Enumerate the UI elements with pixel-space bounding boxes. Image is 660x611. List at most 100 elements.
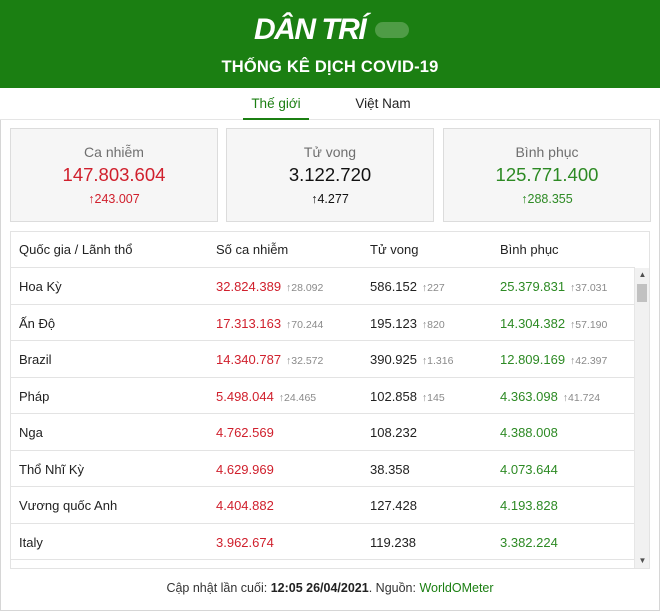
recovered-cell-delta-value: 42.397 — [575, 355, 608, 367]
deaths-card: Tử vong 3.122.720 ↑4.277 — [226, 128, 434, 222]
recovered-delta-value: 288.355 — [527, 192, 573, 206]
arrow-up-icon: ↑ — [419, 355, 428, 367]
triangle-down-icon[interactable]: ▼ — [635, 554, 649, 568]
recovered-cell-delta: ↑57.190 — [567, 319, 607, 331]
cases-delta: ↑243.007 — [11, 192, 217, 206]
header-deaths[interactable]: Tử vong — [370, 242, 418, 257]
cases-cell-value: 4.404.882 — [216, 498, 274, 513]
cases-card: Ca nhiễm 147.803.604 ↑243.007 — [10, 128, 218, 222]
cases-cell-delta: ↑28.092 — [283, 282, 323, 294]
summary-cards: Ca nhiễm 147.803.604 ↑243.007 Tử vong 3.… — [0, 128, 660, 224]
tab-world[interactable]: Thế giới — [243, 96, 309, 120]
cases-cell: 4.629.969 — [216, 462, 274, 477]
deaths-cell-value: 195.123 — [370, 315, 417, 331]
recovered-cell-value: 14.304.382 — [500, 315, 566, 331]
deaths-cell-delta-value: 820 — [427, 318, 445, 331]
cases-cell-value: 14.340.787 — [216, 352, 282, 367]
deaths-cell-value: 102.858 — [370, 388, 417, 404]
footer: Cập nhật lần cuối: 12:05 26/04/2021. Ngu… — [0, 581, 660, 595]
deaths-cell-value: 38.358 — [370, 461, 410, 477]
cases-cell: 5.498.044 ↑24.465 — [216, 389, 316, 404]
country-cell-value: Brazil — [19, 352, 52, 367]
recovered-cell-delta-value: 57.190 — [575, 318, 608, 331]
scrollbar-thumb[interactable] — [637, 284, 647, 302]
cases-cell-value: 17.313.163 — [216, 315, 282, 331]
logo-badge — [375, 22, 410, 38]
deaths-cell-delta: ↑145 — [419, 392, 445, 404]
deaths-cell-value: 586.152 — [370, 279, 417, 294]
recovered-cell-value: 12.809.169 — [500, 352, 566, 367]
country-table: Quốc gia / Lãnh thổ Số ca nhiễm Tử vong … — [10, 231, 650, 569]
table-row[interactable]: Vương quốc Anh 4.404.882 127.428 4.193.828 — [11, 487, 635, 524]
table-row[interactable]: Pháp 5.498.044 ↑24.465 102.858 ↑145 4.363.0… — [11, 378, 635, 414]
header-cases[interactable]: Số ca nhiễm — [216, 242, 288, 257]
deaths-value: 3.122.720 — [288, 164, 372, 185]
source-link[interactable]: WorldOMeter — [419, 581, 493, 595]
cases-cell: 17.313.163 ↑70.244 — [216, 316, 323, 331]
recovered-cell-value: 4.193.828 — [500, 498, 558, 513]
arrow-up-icon: ↑ — [559, 391, 569, 404]
country-cell-value: Pháp — [19, 388, 50, 404]
update-time: 12:05 26/04/2021 — [270, 581, 369, 595]
table-header: Quốc gia / Lãnh thổ Số ca nhiễm Tử vong … — [11, 232, 635, 268]
dantri-logo[interactable]: DÂN TRÍ — [254, 13, 410, 46]
table-body[interactable]: Hoa Kỳ 32.824.389 ↑28.092 586.152 ↑227 25.3… — [11, 268, 635, 560]
country-cell: Brazil — [19, 352, 52, 367]
arrow-up-icon: ↑ — [419, 391, 428, 404]
arrow-up-icon: ↑ — [275, 391, 285, 404]
deaths-cell: 102.858 ↑145 — [370, 389, 445, 404]
cases-cell-delta-value: 70.244 — [291, 318, 324, 331]
table-row[interactable]: Nga 4.762.569 108.232 4.388.008 — [11, 414, 635, 451]
logo-text: DÂN TRÍ — [254, 13, 367, 46]
deaths-delta: ↑4.277 — [227, 192, 433, 206]
table-row[interactable]: Hoa Kỳ 32.824.389 ↑28.092 586.152 ↑227 25.3… — [11, 268, 635, 305]
recovered-cell-value: 4.388.008 — [500, 425, 558, 440]
cases-cell-value: 4.762.569 — [216, 425, 274, 440]
cases-cell-delta-value: 32.572 — [291, 355, 324, 367]
header-recovered[interactable]: Bình phục — [500, 242, 559, 257]
deaths-cell-value: 108.232 — [370, 425, 417, 440]
recovered-cell: 12.809.169 ↑42.397 — [500, 352, 607, 367]
deaths-cell: 127.428 — [370, 498, 417, 513]
recovered-cell-value: 4.363.098 — [500, 388, 558, 404]
cases-cell: 14.340.787 ↑32.572 — [216, 352, 323, 367]
cases-cell: 4.762.569 — [216, 425, 274, 440]
deaths-cell-value: 390.925 — [370, 352, 417, 367]
recovered-cell-value: 25.379.831 — [500, 279, 566, 294]
table-row[interactable]: Brazil 14.340.787 ↑32.572 390.925 ↑1.316 12… — [11, 341, 635, 378]
cases-cell: 3.962.674 — [216, 535, 274, 550]
recovered-cell-delta-value: 41.724 — [568, 391, 601, 404]
triangle-up-icon[interactable]: ▲ — [635, 268, 649, 282]
deaths-cell-value: 119.238 — [370, 534, 417, 550]
deaths-cell: 390.925 ↑1.316 — [370, 352, 453, 367]
footer-mid: . Nguồn: — [368, 581, 420, 595]
footer-prefix: Cập nhật lần cuối: — [166, 581, 271, 595]
page-title: THỐNG KÊ DỊCH COVID-19 — [221, 58, 439, 76]
table-row[interactable]: Ấn Độ 17.313.163 ↑70.244 195.123 ↑820 14.30… — [11, 305, 635, 341]
recovered-card: Bình phục 125.771.400 ↑288.355 — [443, 128, 651, 222]
tab-bar: Thế giới Việt Nam — [0, 88, 660, 120]
country-cell-value: Thổ Nhĩ Kỳ — [19, 461, 85, 477]
country-cell-value: Hoa Kỳ — [19, 279, 62, 294]
arrow-up-icon: ↑ — [419, 282, 428, 294]
header: DÂN TRÍ THỐNG KÊ DỊCH COVID-19 — [0, 0, 660, 88]
tab-vietnam[interactable]: Việt Nam — [352, 96, 414, 120]
cases-cell-delta: ↑70.244 — [283, 319, 323, 331]
cases-cell-value: 3.962.674 — [216, 534, 274, 550]
arrow-up-icon: ↑ — [419, 318, 428, 331]
table-row[interactable]: Italy 3.962.674 119.238 3.382.224 — [11, 524, 635, 560]
recovered-cell-value: 4.073.644 — [500, 461, 558, 477]
cases-value: 147.803.604 — [62, 164, 166, 185]
deaths-cell: 108.232 — [370, 425, 417, 440]
country-cell-value: Nga — [19, 425, 43, 440]
cases-cell-delta: ↑24.465 — [276, 392, 316, 404]
table-scrollbar[interactable]: ▲ ▼ — [634, 268, 649, 568]
recovered-cell: 4.193.828 — [500, 498, 558, 513]
deaths-cell-delta-value: 145 — [427, 391, 445, 404]
header-country[interactable]: Quốc gia / Lãnh thổ — [19, 242, 132, 257]
deaths-cell-delta: ↑227 — [419, 282, 445, 294]
deaths-cell: 586.152 ↑227 — [370, 279, 445, 294]
cases-cell-delta-value: 24.465 — [284, 391, 317, 404]
deaths-cell-value: 127.428 — [370, 498, 417, 513]
table-row[interactable]: Thổ Nhĩ Kỳ 4.629.969 38.358 4.073.644 — [11, 451, 635, 487]
